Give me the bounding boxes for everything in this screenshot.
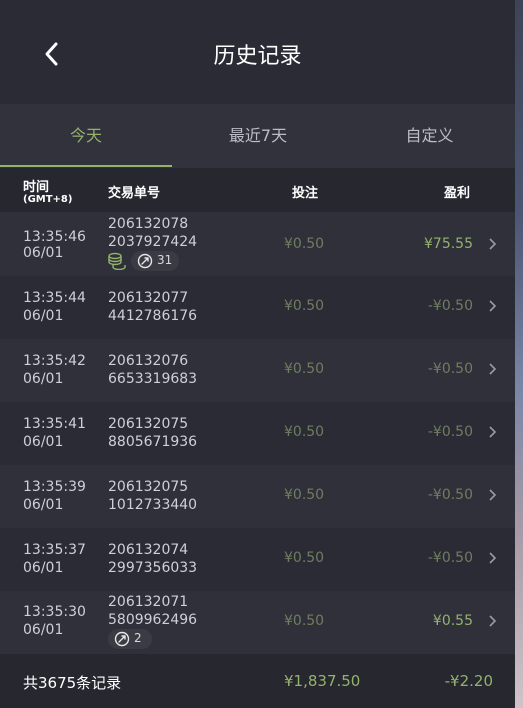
row-order-id-suffix: 5809962496 xyxy=(108,612,198,628)
chevron-right-icon xyxy=(489,615,497,627)
history-screen: 历史记录 今天 最近7天 自定义 时间 (GMT+8) 交易单号 投注 盈利 1… xyxy=(0,0,515,708)
row-profit: -¥0.50 xyxy=(427,487,473,503)
chevron-right-icon xyxy=(489,363,497,375)
row-date: 06/01 xyxy=(23,434,64,450)
free-spins-count: 31 xyxy=(157,253,173,267)
row-order-id-suffix: 6653319683 xyxy=(108,371,198,387)
row-bet: ¥0.50 xyxy=(284,298,325,314)
background-strip xyxy=(515,0,523,708)
table-row[interactable]: 13:35:44 06/01 206132077 4412786176 ¥0.5… xyxy=(0,276,515,339)
row-date: 06/01 xyxy=(23,560,64,576)
row-order-id: 206132075 xyxy=(108,479,189,495)
row-bet: ¥0.50 xyxy=(284,613,325,629)
row-order-id: 206132076 xyxy=(108,353,189,369)
column-bet: 投注 xyxy=(292,186,319,201)
coins-icon xyxy=(108,252,126,270)
active-tab-indicator xyxy=(0,165,172,167)
row-badges: 2 xyxy=(108,629,154,649)
table-row[interactable]: 13:35:46 06/01 206132078 2037927424 31 ¥… xyxy=(0,212,515,276)
row-time: 13:35:37 xyxy=(23,542,86,558)
column-order: 交易单号 xyxy=(108,186,161,201)
chevron-right-icon xyxy=(489,489,497,501)
row-bet: ¥0.50 xyxy=(284,550,325,566)
free-spin-icon xyxy=(137,253,153,269)
page-title: 历史记录 xyxy=(213,44,302,69)
row-time: 13:35:30 xyxy=(23,604,86,620)
row-date: 06/01 xyxy=(23,308,64,324)
row-order-id: 206132078 xyxy=(108,216,189,232)
row-bet: ¥0.50 xyxy=(284,424,325,440)
row-profit: -¥0.50 xyxy=(427,361,473,377)
row-bet: ¥0.50 xyxy=(284,361,325,377)
row-time: 13:35:46 xyxy=(23,229,86,245)
row-order-id-suffix: 2037927424 xyxy=(108,234,198,250)
row-order-id-suffix: 8805671936 xyxy=(108,434,198,450)
column-timezone: (GMT+8) xyxy=(23,194,73,205)
free-spins-badge: 2 xyxy=(108,629,152,649)
chevron-right-icon xyxy=(489,552,497,564)
column-header: 时间 (GMT+8) 交易单号 投注 盈利 xyxy=(0,168,515,212)
table-row[interactable]: 13:35:30 06/01 206132071 5809962496 2 ¥0… xyxy=(0,591,515,654)
row-date: 06/01 xyxy=(23,371,64,387)
row-order-id: 206132071 xyxy=(108,594,189,610)
free-spin-icon xyxy=(114,631,130,647)
row-order-id: 206132077 xyxy=(108,290,189,306)
row-time: 13:35:39 xyxy=(23,479,86,495)
column-profit: 盈利 xyxy=(444,186,471,201)
row-profit: -¥0.50 xyxy=(427,550,473,566)
row-date: 06/01 xyxy=(23,622,64,638)
free-spins-badge: 31 xyxy=(131,251,179,271)
chevron-right-icon xyxy=(489,300,497,312)
free-spins-count: 2 xyxy=(134,631,142,645)
table-row[interactable]: 13:35:42 06/01 206132076 6653319683 ¥0.5… xyxy=(0,339,515,402)
row-time: 13:35:41 xyxy=(23,416,86,432)
table-row[interactable]: 13:35:41 06/01 206132075 8805671936 ¥0.5… xyxy=(0,402,515,465)
row-bet: ¥0.50 xyxy=(284,487,325,503)
total-profit: -¥2.20 xyxy=(444,672,493,690)
total-bet: ¥1,837.50 xyxy=(284,672,361,690)
row-order-id-suffix: 4412786176 xyxy=(108,308,198,324)
row-date: 06/01 xyxy=(23,245,64,261)
row-date: 06/01 xyxy=(23,497,64,513)
chevron-right-icon xyxy=(489,238,497,250)
table-row[interactable]: 13:35:37 06/01 206132074 2997356033 ¥0.5… xyxy=(0,528,515,591)
row-profit: -¥0.50 xyxy=(427,298,473,314)
tab-today[interactable]: 今天 xyxy=(0,104,172,168)
tab-bar: 今天 最近7天 自定义 xyxy=(0,104,515,168)
row-time: 13:35:42 xyxy=(23,353,86,369)
row-order-id-suffix: 2997356033 xyxy=(108,560,198,576)
row-time: 13:35:44 xyxy=(23,290,86,306)
tab-last-7-days[interactable]: 最近7天 xyxy=(172,104,344,168)
row-order-id-suffix: 1012733440 xyxy=(108,497,198,513)
chevron-right-icon xyxy=(489,426,497,438)
header: 历史记录 xyxy=(0,0,515,104)
row-bet: ¥0.50 xyxy=(284,236,325,252)
row-profit: ¥75.55 xyxy=(424,236,473,252)
summary-footer: 共3675条记录 ¥1,837.50 -¥2.20 xyxy=(0,654,515,708)
row-profit: -¥0.50 xyxy=(427,424,473,440)
table-row[interactable]: 13:35:39 06/01 206132075 1012733440 ¥0.5… xyxy=(0,465,515,528)
row-badges: 31 xyxy=(108,251,188,271)
row-profit: ¥0.55 xyxy=(432,613,473,629)
tab-custom[interactable]: 自定义 xyxy=(344,104,515,168)
column-time: 时间 xyxy=(23,180,50,195)
row-order-id: 206132074 xyxy=(108,542,189,558)
row-order-id: 206132075 xyxy=(108,416,189,432)
record-count: 共3675条记录 xyxy=(23,674,122,692)
